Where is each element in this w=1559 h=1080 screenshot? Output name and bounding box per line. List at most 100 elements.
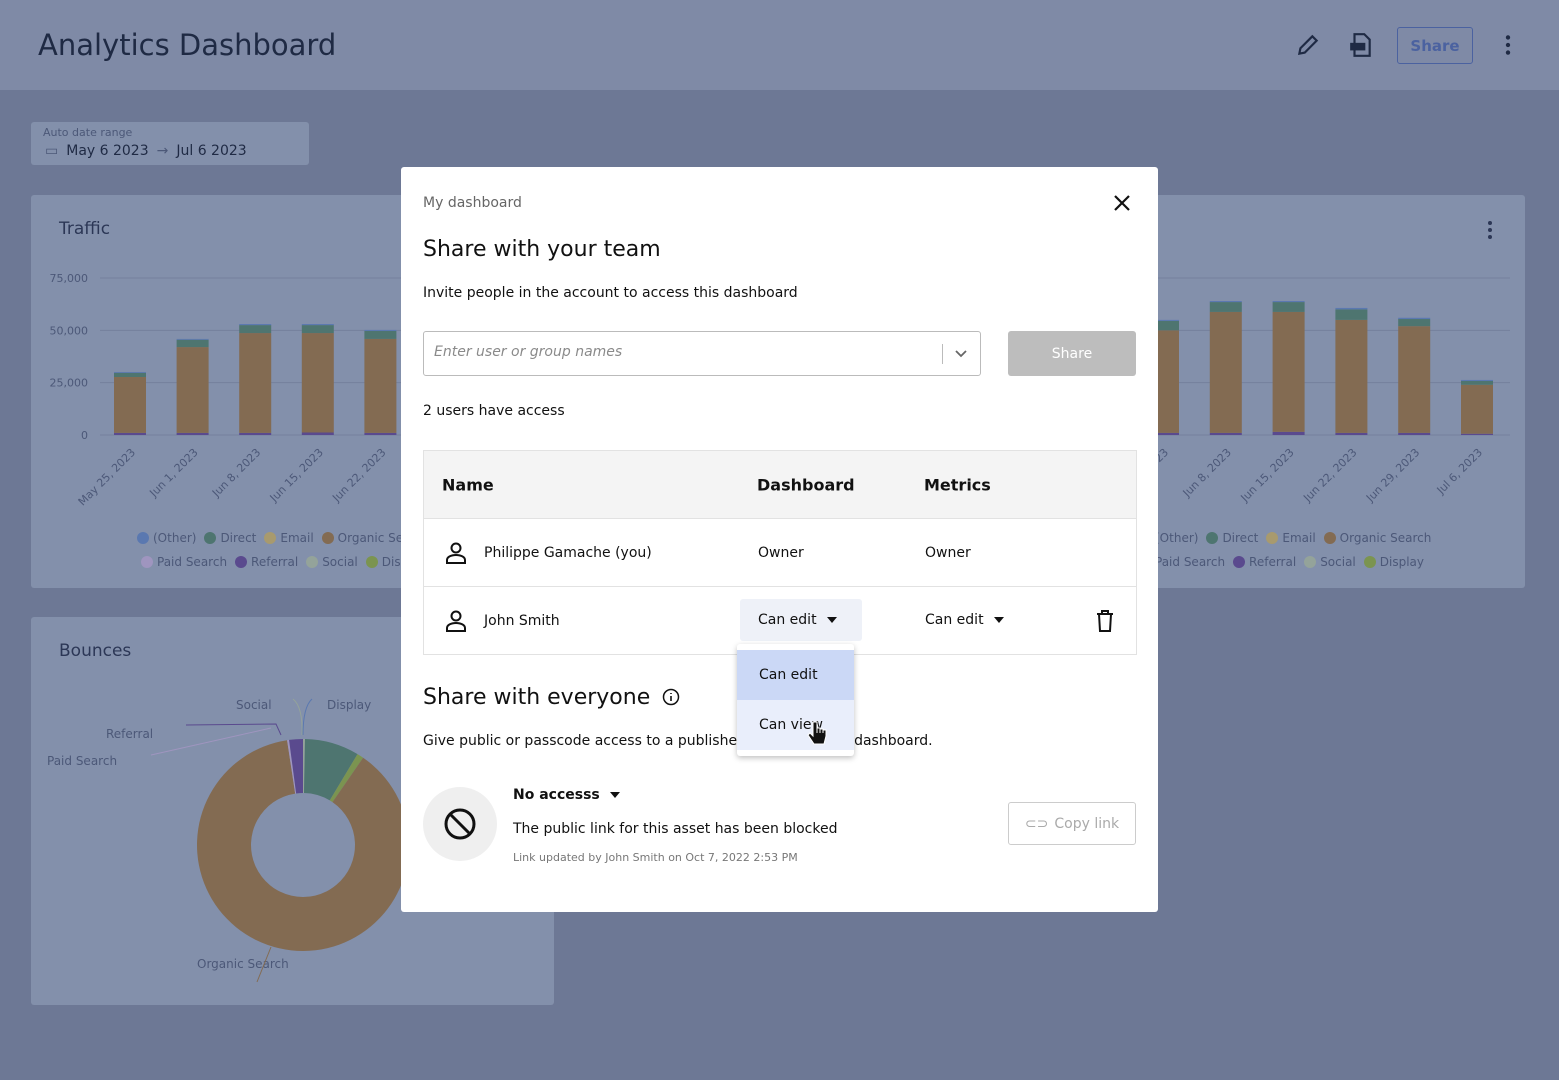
legend-item[interactable]: Email bbox=[1266, 531, 1316, 545]
link-updated: Link updated by John Smith on Oct 7, 202… bbox=[513, 851, 798, 864]
legend-item[interactable]: Paid Search bbox=[141, 555, 227, 569]
bar-segment bbox=[239, 333, 272, 433]
legend-item[interactable]: Display bbox=[1363, 555, 1424, 569]
access-status: The public link for this asset has been … bbox=[513, 821, 838, 837]
date-range-picker[interactable]: Auto date range ▭ May 6 2023 → Jul 6 2023 bbox=[31, 122, 309, 165]
bar-segment bbox=[301, 325, 334, 334]
date-range-label: Auto date range bbox=[43, 126, 133, 139]
chevron-down-icon[interactable] bbox=[954, 347, 968, 361]
user-name: John Smith bbox=[484, 613, 560, 629]
legend-item[interactable]: Organic Search bbox=[1323, 531, 1431, 545]
slice-label: Paid Search bbox=[47, 754, 117, 768]
pdf-icon[interactable] bbox=[1348, 32, 1374, 58]
col-dashboard: Dashboard bbox=[757, 475, 855, 494]
legend-row-1-right: (Other) Direct Email Organic Search bbox=[1139, 531, 1431, 545]
y-tick-label: 50,000 bbox=[50, 324, 89, 337]
trash-icon[interactable] bbox=[1096, 610, 1114, 632]
date-start: May 6 2023 bbox=[66, 143, 149, 159]
legend-item[interactable]: (Other) bbox=[137, 531, 196, 545]
bar-segment bbox=[176, 347, 209, 433]
header-share-button[interactable]: Share bbox=[1397, 27, 1473, 64]
public-access-dropdown[interactable]: No accesss bbox=[513, 787, 620, 803]
access-level: No accesss bbox=[513, 787, 600, 803]
table-row: Philippe Gamache (you) Owner Owner bbox=[424, 519, 1136, 587]
slice-label: Display bbox=[327, 698, 371, 712]
blocked-avatar bbox=[423, 787, 497, 861]
x-tick-label: Jun 15, 2023 bbox=[267, 446, 326, 505]
bar-segment bbox=[1209, 301, 1242, 303]
bar-segment bbox=[301, 432, 334, 435]
bar-segment bbox=[114, 377, 146, 433]
y-tick-label: 75,000 bbox=[50, 272, 89, 285]
y-tick-label: 0 bbox=[81, 429, 88, 442]
menu-item-can-view[interactable]: Can view bbox=[737, 700, 854, 750]
metrics-permission-dropdown[interactable]: Can edit bbox=[925, 599, 1004, 641]
bar-segment bbox=[1398, 326, 1431, 433]
info-icon[interactable] bbox=[662, 688, 680, 706]
bar-segment bbox=[1272, 301, 1305, 303]
bar-segment bbox=[114, 371, 146, 373]
bar-segment bbox=[1461, 379, 1493, 381]
user-search-input[interactable] bbox=[423, 331, 981, 376]
top-header: Analytics Dashboard Share bbox=[0, 0, 1559, 90]
copy-link-label: Copy link bbox=[1054, 815, 1120, 832]
bar-segment bbox=[1209, 302, 1242, 312]
more-vertical-icon[interactable] bbox=[1495, 32, 1521, 58]
x-tick-label: Jun 22, 2023 bbox=[1300, 446, 1359, 505]
bar-segment bbox=[176, 339, 209, 348]
bar-segment bbox=[239, 432, 272, 435]
leader-line bbox=[302, 698, 313, 736]
legend-row-2: Paid SearchReferralSocialDisplay bbox=[141, 555, 426, 569]
close-icon[interactable] bbox=[1113, 194, 1131, 212]
leader-line bbox=[150, 727, 272, 756]
bar-segment bbox=[1335, 309, 1368, 320]
legend-item[interactable]: Email bbox=[264, 531, 314, 545]
user-search-field[interactable] bbox=[434, 344, 934, 360]
arrow-right-icon: → bbox=[156, 143, 169, 159]
share-everyone-title: Share with everyone bbox=[423, 685, 651, 710]
bar-segment bbox=[1461, 380, 1493, 385]
bar-segment bbox=[1209, 311, 1242, 433]
share-dialog: My dashboard Share with your team Invite… bbox=[401, 167, 1158, 912]
bar-segment bbox=[1272, 431, 1305, 435]
bar-segment bbox=[1335, 307, 1368, 310]
legend-item[interactable]: Social bbox=[306, 555, 358, 569]
bar-segment bbox=[1398, 432, 1431, 435]
copy-link-button[interactable]: ⊂⊃ Copy link bbox=[1008, 802, 1136, 845]
pencil-icon[interactable] bbox=[1295, 32, 1321, 58]
x-tick-label: Jun 8, 2023 bbox=[209, 446, 263, 500]
bar-segment bbox=[114, 432, 146, 435]
x-tick-label: Jun 8, 2023 bbox=[1180, 446, 1234, 500]
caret-down-icon bbox=[993, 617, 1004, 623]
legend-item[interactable]: Referral bbox=[1233, 555, 1296, 569]
legend-item[interactable]: Direct bbox=[1206, 531, 1258, 545]
share-button[interactable]: Share bbox=[1008, 331, 1136, 376]
leader-line bbox=[292, 698, 303, 736]
bar-segment bbox=[176, 338, 209, 340]
bar-segment bbox=[364, 330, 397, 339]
bar-segment bbox=[239, 325, 272, 334]
blocked-icon bbox=[444, 808, 476, 840]
col-name: Name bbox=[442, 475, 494, 494]
x-tick-label: May 25, 2023 bbox=[76, 446, 138, 508]
user-icon bbox=[446, 610, 466, 632]
legend-row-2-right: Paid Search Referral Social Display bbox=[1139, 555, 1424, 569]
table-header: Name Dashboard Metrics bbox=[424, 451, 1136, 519]
legend-item[interactable]: Referral bbox=[235, 555, 298, 569]
legend-item[interactable]: Direct bbox=[204, 531, 256, 545]
bar-segment bbox=[176, 432, 209, 435]
slice-label: Referral bbox=[106, 727, 153, 741]
menu-item-can-edit[interactable]: Can edit bbox=[737, 650, 854, 700]
leader-line bbox=[185, 723, 282, 736]
share-everyone-desc: Give public or passcode access to a publ… bbox=[423, 733, 933, 749]
dropdown-value: Can edit bbox=[758, 612, 817, 628]
page-title: Analytics Dashboard bbox=[38, 28, 337, 62]
bar-segment bbox=[1272, 311, 1305, 432]
bar-segment bbox=[239, 324, 272, 326]
metrics-permission: Owner bbox=[925, 544, 971, 561]
legend-item[interactable]: Social bbox=[1304, 555, 1356, 569]
dashboard-permission-dropdown[interactable]: Can edit bbox=[740, 599, 862, 641]
x-tick-label: Jun 15, 2023 bbox=[1238, 446, 1297, 505]
bar-segment bbox=[1272, 302, 1305, 312]
dropdown-value: Can edit bbox=[925, 612, 984, 628]
